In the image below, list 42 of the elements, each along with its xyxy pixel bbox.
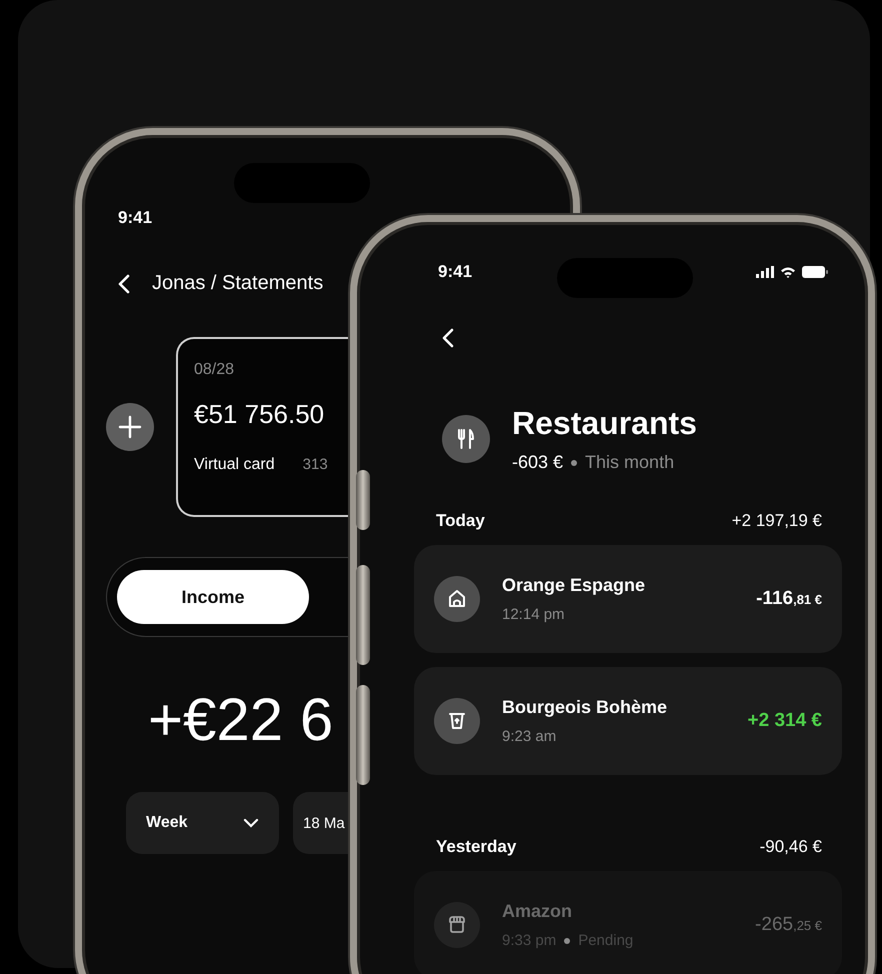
separator-dot xyxy=(564,938,570,944)
plus-icon xyxy=(118,415,142,439)
day-label: Yesterday xyxy=(436,837,516,857)
separator-dot xyxy=(571,460,578,466)
period-label: This month xyxy=(585,452,674,473)
day-label: Today xyxy=(436,511,485,531)
cup-icon xyxy=(434,698,480,744)
day-total: +2 197,19 € xyxy=(732,511,822,531)
date-picker[interactable]: 18 Ma xyxy=(293,792,351,854)
segment-tab[interactable]: Income xyxy=(117,570,309,624)
status-time: 9:41 xyxy=(118,208,152,228)
add-button[interactable] xyxy=(106,403,154,451)
status-time: 9:41 xyxy=(438,262,472,282)
transaction-time: 9:23 am xyxy=(502,728,556,745)
back-icon[interactable] xyxy=(118,274,130,294)
category-title: Restaurants xyxy=(512,405,697,442)
breadcrumb-title: Jonas / Statements xyxy=(152,272,324,295)
card-balance: €51 756.50 xyxy=(194,399,326,430)
fork-knife-icon xyxy=(442,415,490,463)
house-icon xyxy=(434,576,480,622)
card-expiry: 08/28 xyxy=(194,361,236,379)
day-total: -90,46 € xyxy=(760,837,822,857)
card-label: Virtual card xyxy=(194,456,275,474)
merchant-name: Orange Espagne xyxy=(502,575,646,596)
transaction-time: 12:14 pm xyxy=(502,606,565,623)
transaction-card[interactable]: Orange Espagne 12:14 pm -116,81 € xyxy=(414,545,842,653)
back-icon[interactable] xyxy=(442,328,454,348)
transaction-amount: +2 314 € xyxy=(748,710,822,732)
battery-icon xyxy=(802,266,828,278)
transaction-card[interactable]: Bourgeois Bohème 9:23 am +2 314 € xyxy=(414,667,842,775)
merchant-name: Amazon xyxy=(502,901,574,922)
signal-icon xyxy=(756,266,774,278)
chevron-down-icon xyxy=(243,818,259,828)
card-number: 313 xyxy=(302,456,328,474)
period-dropdown[interactable]: Week xyxy=(126,792,279,854)
store-icon xyxy=(434,902,480,948)
total-amount: +€22 6 xyxy=(148,685,334,754)
category-spent: -603 € xyxy=(512,452,564,473)
wifi-icon xyxy=(780,266,796,278)
transaction-amount: -116,81 € xyxy=(756,588,822,610)
transaction-amount: -265,25 € xyxy=(755,914,822,936)
merchant-name: Bourgeois Bohème xyxy=(502,697,668,718)
